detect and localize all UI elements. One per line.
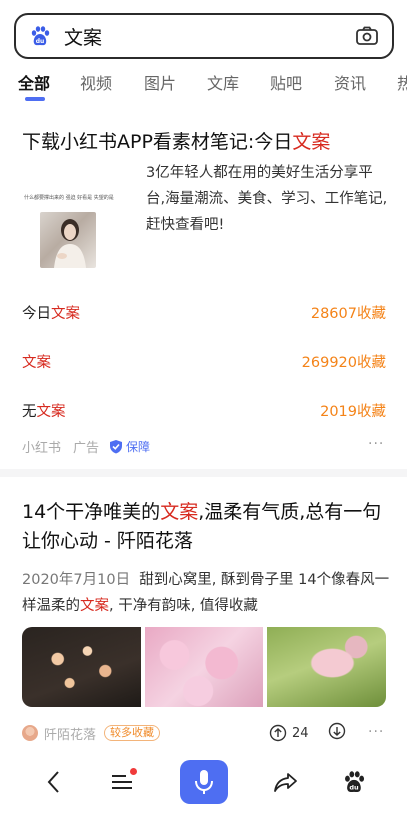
sitelink-count: 28607收藏 (310, 306, 386, 322)
result-description: 3亿年轻人都在用的美好生活分享平台,海量潮流、美食、学习、工作笔记,赶快查看吧! (146, 165, 388, 233)
result-title-highlight: 文案 (292, 131, 331, 153)
sitelink-count: 2019收藏 (320, 404, 386, 420)
author-avatar (22, 725, 38, 741)
share-count: 24 (292, 725, 309, 741)
guarantee-label: 保障 (126, 440, 151, 454)
popularity-badge: 较多收藏 (104, 725, 161, 741)
search-bar[interactable]: du 文案 (14, 13, 394, 59)
result-image-strip[interactable] (22, 627, 386, 707)
result-title-highlight: 文案 (160, 501, 199, 523)
tab-images[interactable]: 图片 (144, 70, 176, 94)
back-button[interactable] (40, 762, 66, 802)
more-options-icon[interactable]: ··· (368, 724, 384, 740)
result-title-link[interactable]: 14个干净唯美的文案,温柔有气质,总有一句让你心动 - 阡陌花落 (22, 498, 392, 556)
menu-icon (112, 775, 132, 789)
voice-search-button[interactable] (180, 760, 228, 804)
sitelink-row[interactable]: 今日文案 28607收藏 (22, 302, 386, 323)
result-title-text: 14个干净唯美的 (22, 501, 161, 523)
result-snippet: 2020年7月10日 甜到心窝里, 酥到骨子里 14个像春风一样温柔的文案, 干… (22, 572, 390, 614)
thumbnail-caption: 什么都要撑出来的 强迫 好看是 失望的是 (24, 195, 114, 201)
result-title-text: 下载小红书APP看素材笔记:今日 (22, 131, 293, 153)
svg-text:du: du (36, 38, 45, 45)
ad-label: 广告 (73, 441, 100, 456)
tab-hot[interactable]: 热 (397, 70, 407, 94)
sitelink-label: 今日文案 (22, 306, 80, 322)
active-tab-indicator (25, 97, 45, 101)
svg-text:du: du (349, 784, 359, 792)
download-button[interactable] (328, 722, 346, 744)
source-name: 小红书 (22, 441, 62, 456)
search-tabs: 全部 视频 图片 文库 贴吧 资讯 热 (0, 66, 407, 106)
result-image[interactable] (267, 627, 386, 707)
guarantee-badge[interactable]: 保障 (109, 438, 150, 455)
baidu-paw-icon: du (345, 771, 365, 792)
sitelink-label: 无文案 (22, 404, 66, 420)
notification-dot (130, 768, 137, 775)
tab-video[interactable]: 视频 (80, 70, 112, 94)
result-source: 小红书 广告 保障 (22, 437, 150, 456)
sitelink-count: 269920收藏 (301, 355, 386, 371)
result-date: 2020年7月10日 (22, 572, 131, 588)
share-arrow-icon (274, 773, 297, 792)
result-image[interactable] (22, 627, 141, 707)
author-name[interactable]: 阡陌花落 (44, 724, 96, 743)
more-options-icon[interactable]: ··· (368, 436, 384, 452)
result-image[interactable] (144, 627, 264, 707)
sitelink-row[interactable]: 无文案 2019收藏 (22, 400, 386, 421)
shield-check-icon (110, 440, 123, 454)
bottom-navigation: du (0, 752, 407, 830)
sitelink-row[interactable]: 文案 269920收藏 (22, 351, 386, 372)
thumbnail-photo (40, 212, 96, 268)
share-page-button[interactable] (272, 762, 300, 802)
microphone-icon (195, 770, 213, 794)
sitelink-label: 文案 (22, 355, 51, 371)
share-button[interactable]: 24 (269, 724, 309, 742)
result-thumbnail[interactable]: 什么都要撑出来的 强迫 好看是 失望的是 (22, 190, 132, 275)
chevron-left-icon (47, 771, 59, 793)
menu-button[interactable] (108, 762, 137, 802)
baidu-paw-icon[interactable]: du (28, 24, 52, 48)
tab-wenku[interactable]: 文库 (207, 70, 239, 94)
search-input[interactable]: 文案 (64, 23, 354, 50)
result-divider (0, 469, 407, 477)
tab-all[interactable]: 全部 (18, 70, 50, 94)
baidu-home-button[interactable]: du (340, 762, 368, 802)
result-title-link[interactable]: 下载小红书APP看素材笔记:今日文案 (22, 127, 330, 154)
camera-icon[interactable] (354, 23, 380, 49)
upvote-icon (269, 724, 287, 742)
tab-news[interactable]: 资讯 (334, 70, 366, 94)
download-icon (328, 722, 346, 740)
result-footer: 阡陌花落 较多收藏 24 (22, 722, 386, 744)
tab-tieba[interactable]: 贴吧 (270, 70, 302, 94)
